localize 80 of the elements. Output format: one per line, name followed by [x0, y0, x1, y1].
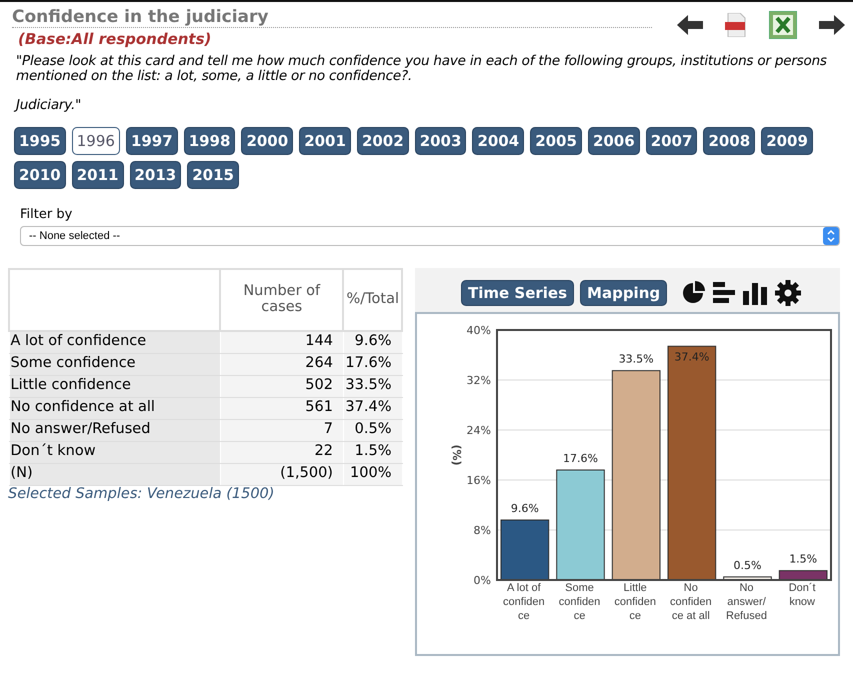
year-button[interactable]: 2004: [472, 126, 524, 155]
table-cell: 7: [220, 419, 344, 442]
row-label: A lot of confidence: [9, 330, 220, 354]
chart-mode-button[interactable]: Time Series: [461, 280, 574, 306]
filter-dropdown[interactable]: -- None selected --: [20, 226, 840, 246]
year-button[interactable]: 1997: [126, 126, 178, 155]
back-arrow-icon[interactable]: [677, 15, 703, 35]
axis-category-label: A lot of confidence: [502, 582, 546, 623]
axis-category-label: No confidence at all: [669, 582, 713, 623]
table-cell: (1,500): [220, 463, 344, 486]
chart-mode-button[interactable]: Mapping: [580, 280, 668, 306]
bar: [723, 576, 772, 580]
samples-note: Selected Samples: Venezuela (1500): [8, 486, 276, 502]
table-cell: 37.4%: [343, 397, 402, 420]
row-label: (N): [9, 463, 220, 486]
table-cell: 22: [220, 441, 344, 464]
year-button[interactable]: 2009: [761, 126, 813, 155]
year-button[interactable]: 2005: [530, 126, 582, 155]
data-label: 1.5%: [789, 552, 818, 566]
year-button[interactable]: 2011: [72, 160, 124, 189]
axis-tick-label: 16%: [466, 474, 491, 487]
year-button[interactable]: 1995: [14, 126, 66, 155]
year-button[interactable]: 2013: [130, 160, 182, 189]
column-header: Number of cases: [220, 268, 344, 331]
year-button[interactable]: 2006: [588, 126, 640, 155]
table-cell: 33.5%: [343, 375, 402, 398]
row-label: No confidence at all: [9, 397, 220, 420]
pdf-file-icon[interactable]: [725, 13, 747, 37]
year-button[interactable]: 1996: [72, 126, 120, 155]
spreadsheet-icon[interactable]: [769, 11, 797, 39]
axis-tick-label: 24%: [466, 424, 491, 437]
axis-tick-label: 40%: [466, 324, 491, 337]
year-button[interactable]: 2007: [646, 126, 698, 155]
year-button[interactable]: 2001: [299, 126, 351, 155]
axis-category-label: Some confidence: [558, 582, 602, 623]
axis-category-label: Don´t know: [788, 582, 817, 610]
forward-arrow-icon[interactable]: [819, 15, 845, 35]
axis-tick-label: 32%: [466, 374, 491, 387]
row-label: Don´t know: [9, 441, 220, 464]
data-label: 17.6%: [563, 452, 598, 465]
axis-category-label: Little confidence: [613, 582, 657, 623]
pie-chart-icon[interactable]: [681, 280, 708, 305]
row-label: No answer/Refused: [9, 419, 220, 442]
year-button[interactable]: 2003: [414, 126, 466, 155]
table-cell: 561: [220, 397, 344, 420]
data-label: 37.4%: [674, 350, 710, 363]
axis-category-label: No answer/Refused: [725, 582, 768, 623]
year-button[interactable]: 2010: [14, 160, 66, 189]
base-note: (Base:All respondents): [18, 30, 212, 48]
data-label: 0.5%: [734, 558, 762, 572]
year-button[interactable]: 1998: [184, 126, 236, 155]
table-cell: 1.5%: [343, 441, 402, 464]
horizontal-bar-chart-icon[interactable]: [713, 280, 738, 305]
question-text: "Please look at this card and tell me how much confidence you have in each of the following groups, institutions or persons mentioned on the list: a lot, some, a little or no confidence?.: [16, 54, 828, 84]
bar-chart-icon[interactable]: [743, 280, 770, 305]
column-header: %/Total: [343, 268, 402, 331]
row-label: Little confidence: [9, 375, 220, 398]
year-button[interactable]: 2015: [187, 160, 239, 189]
table-cell: 264: [220, 353, 344, 376]
axis-tick-label: 8%: [474, 524, 491, 537]
year-button[interactable]: 2008: [703, 126, 756, 155]
table-cell: 502: [220, 375, 344, 398]
axis-tick-label: 0%: [474, 574, 491, 587]
dropdown-caret-icon[interactable]: [823, 226, 839, 245]
data-label: 9.6%: [510, 502, 539, 515]
year-button[interactable]: 2002: [356, 126, 409, 155]
settings-icon[interactable]: [775, 280, 802, 306]
data-label: 33.5%: [618, 352, 654, 366]
page-title: Confidence in the judiciary: [12, 7, 652, 28]
row-label: Some confidence: [9, 353, 220, 376]
table-cell: 0.5%: [343, 419, 402, 442]
table-cell: 100%: [343, 463, 402, 486]
axis-title: (%): [450, 444, 463, 466]
year-button[interactable]: 2000: [241, 126, 294, 155]
bar: [500, 519, 550, 580]
question-text: Judiciary.": [16, 98, 845, 113]
table-cell: 17.6%: [343, 353, 402, 376]
table-cell: 144: [220, 330, 344, 354]
filter-label: Filter by: [20, 206, 74, 222]
bar: [778, 570, 828, 580]
